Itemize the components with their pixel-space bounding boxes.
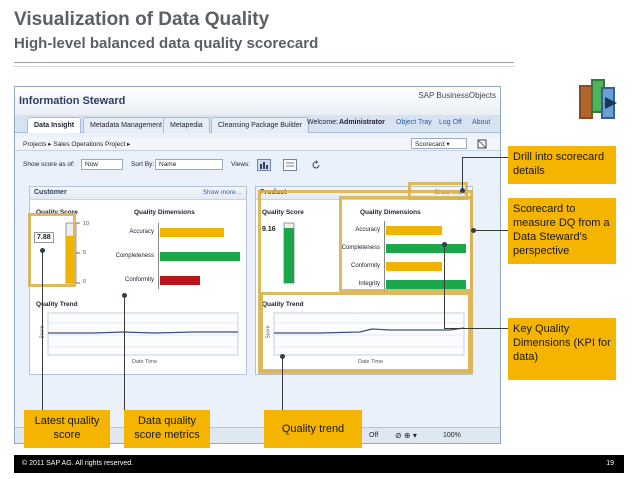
- maximize-icon[interactable]: [477, 139, 487, 149]
- leader-drill: [462, 157, 508, 158]
- breadcrumb-path[interactable]: Projects ▸ Sales Operations Project ▸: [23, 141, 130, 148]
- callout-scorecard-perspective: Scorecard to measure DQ from a Data Stew…: [508, 198, 616, 264]
- status-icons: ⊘ ⊕ ▾: [395, 431, 417, 440]
- show-score-value: Now: [85, 161, 99, 168]
- callout-quality-trend: Quality trend: [264, 410, 362, 448]
- tab-cleansing-package-builder[interactable]: Cleansing Package Builder: [211, 117, 310, 133]
- customer-gauge-tick-10: 10: [83, 221, 90, 227]
- object-tray-link[interactable]: Object Tray: [396, 119, 432, 126]
- title-divider-light: [14, 66, 514, 67]
- about-link[interactable]: About: [472, 119, 490, 126]
- customer-dim-label-conformity: Conformity: [124, 277, 154, 283]
- leader-dot-drill: [460, 188, 465, 193]
- customer-dim-bar-completeness: [160, 252, 240, 261]
- export-icon: [579, 79, 617, 119]
- customer-dim-label-completeness: Completeness: [115, 253, 154, 259]
- customer-panel-title: Customer: [34, 189, 67, 196]
- tab-metadata-management[interactable]: Metadata Management: [83, 117, 169, 133]
- sort-by-label: Sort By:: [131, 161, 155, 168]
- table-view-icon[interactable]: [283, 159, 297, 171]
- scorecard-select-value: Scorecard: [415, 141, 445, 148]
- scorecard-select[interactable]: Scorecard ▾: [411, 138, 467, 149]
- welcome-label: Welcome:: [307, 119, 338, 126]
- leader-scorecard: [473, 230, 508, 231]
- sort-by-select[interactable]: Name: [155, 159, 223, 170]
- leader-dot-latest: [40, 248, 45, 253]
- scorecard-view-icon[interactable]: [257, 159, 271, 171]
- customer-panel-header: Customer Show more...: [30, 187, 246, 200]
- callout-key-quality-dimensions: Key Quality Dimensions (KPI for data): [508, 318, 616, 380]
- highlight-customer-score: [28, 213, 76, 287]
- customer-dim-bar-accuracy: [160, 228, 224, 237]
- options-bar: Show score as of: Now Sort By: Name View…: [15, 157, 500, 173]
- customer-show-more-link[interactable]: Show more...: [203, 189, 241, 196]
- customer-dim-axis: [158, 223, 159, 289]
- leader-dot-kpi: [442, 242, 447, 247]
- leader-dot-scorecard: [471, 228, 476, 233]
- highlight-product-dimensions: [339, 196, 473, 292]
- callout-drill-into-scorecard: Drill into scorecard details: [508, 146, 616, 184]
- leader-kpi: [473, 328, 508, 329]
- slide-subtitle: High-level balanced data quality scoreca…: [14, 35, 319, 52]
- customer-quality-dimensions-label: Quality Dimensions: [134, 209, 195, 216]
- leader-metrics: [124, 295, 125, 410]
- log-off-link[interactable]: Log Off: [439, 119, 462, 126]
- slide-title: Visualization of Data Quality: [14, 9, 270, 30]
- sort-by-value: Name: [159, 161, 177, 168]
- tab-metapedia[interactable]: Metapedia: [163, 117, 210, 133]
- leader-dot-metrics: [122, 293, 127, 298]
- customer-trend-xlabel: Date Time: [132, 359, 158, 365]
- views-label: Views:: [231, 161, 251, 168]
- page-number: 19: [606, 460, 614, 467]
- show-score-select[interactable]: Now: [81, 159, 123, 170]
- refresh-icon[interactable]: [311, 160, 321, 170]
- title-divider: [14, 62, 514, 63]
- leader-kpi-v: [444, 244, 445, 328]
- leader-kpi-h: [444, 328, 474, 329]
- customer-dim-bar-conformity: [160, 276, 200, 285]
- highlight-show-more: [408, 182, 468, 200]
- tab-data-insight[interactable]: Data Insight: [27, 117, 82, 133]
- breadcrumb: Projects ▸ Sales Operations Project ▸ Sc…: [15, 137, 500, 151]
- app-name: Information Steward: [19, 95, 126, 107]
- callout-latest-quality-score: Latest quality score: [24, 410, 110, 448]
- leader-latest: [42, 250, 43, 410]
- leader-dot-trend: [280, 354, 285, 359]
- leader-drill-v: [462, 157, 463, 190]
- customer-dim-label-accuracy: Accuracy: [129, 229, 154, 235]
- status-text: Off: [369, 432, 379, 439]
- leader-trend: [282, 356, 283, 410]
- highlight-product-trend: [260, 292, 471, 372]
- customer-gauge-tick-0: 0: [83, 279, 87, 285]
- sap-logo: SAP BusinessObjects: [418, 91, 496, 100]
- footer-copyright: © 2011 SAP AG. All rights reserved.: [22, 460, 134, 467]
- customer-gauge-tick-5: 5: [83, 250, 87, 256]
- main-tabbar: Data Insight Metadata Management Metaped…: [15, 115, 500, 133]
- user-name: Administrator: [339, 119, 385, 126]
- app-header: Information Steward SAP BusinessObjects: [15, 87, 500, 115]
- callout-data-quality-metrics: Data quality score metrics: [124, 410, 210, 448]
- show-score-label: Show score as of:: [23, 161, 75, 168]
- zoom-level[interactable]: 100%: [443, 432, 461, 439]
- slide-footer: © 2011 SAP AG. All rights reserved. 19: [14, 455, 624, 473]
